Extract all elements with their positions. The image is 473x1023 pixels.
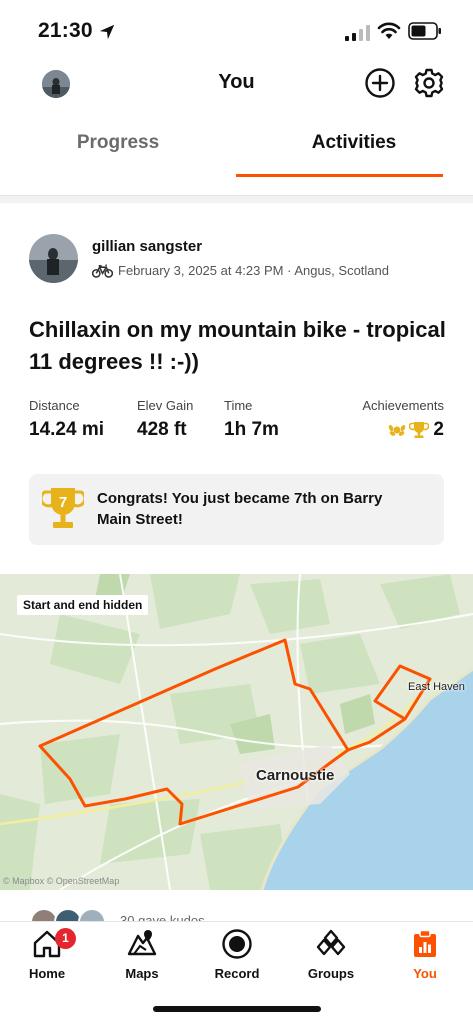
stat-achievements-label: Achievements — [362, 398, 444, 413]
rank-trophy-icon: 7 — [42, 488, 84, 528]
status-time: 21:30 — [38, 19, 93, 42]
segment-achievement-banner[interactable]: 7 Congrats! You just became 7th on Barry… — [29, 474, 444, 545]
nav-groups-label: Groups — [307, 966, 355, 981]
activity-map[interactable]: Start and end hidden Carnoustie East Hav… — [0, 574, 473, 890]
page-title: You — [218, 71, 255, 93]
achievements-count: 2 — [433, 419, 444, 440]
stat-distance-label: Distance — [29, 398, 80, 413]
activity-date-location: February 3, 2025 at 4:23 PM · Angus, Sco… — [118, 263, 389, 278]
stat-distance: Distance 14.24 mi — [29, 398, 104, 441]
nav-home-label: Home — [28, 966, 66, 981]
nav-groups[interactable]: Groups — [284, 928, 378, 981]
nav-record[interactable]: Record — [190, 928, 284, 981]
activity-meta: February 3, 2025 at 4:23 PM · Angus, Sco… — [92, 263, 389, 278]
stat-elevation: Elev Gain 428 ft — [137, 398, 193, 441]
nav-record-label: Record — [214, 966, 260, 981]
achievements-row: 2 — [362, 419, 444, 441]
activity-stats: Distance 14.24 mi Elev Gain 428 ft Time … — [29, 398, 444, 448]
maps-icon — [127, 930, 157, 956]
congrats-message: Congrats! You just became 7th on Barry M… — [97, 490, 383, 528]
kudos-row[interactable]: 30 gave kudos — [0, 900, 473, 922]
nav-home[interactable]: Home 1 — [0, 928, 94, 981]
wifi-icon — [377, 22, 401, 39]
cellular-signal-icon — [345, 25, 370, 41]
map-town-carnoustie: Carnoustie — [256, 767, 335, 784]
nav-maps[interactable]: Maps — [95, 928, 189, 981]
notification-badge: 1 — [55, 928, 76, 949]
status-bar: 21:30 — [0, 0, 473, 62]
nav-maps-label: Maps — [125, 966, 159, 981]
nav-you[interactable]: You — [378, 928, 472, 981]
nav-you-label: You — [413, 966, 437, 981]
stat-distance-value: 14.24 mi — [29, 419, 104, 440]
map-town-east-haven: East Haven — [408, 681, 465, 693]
add-icon[interactable] — [364, 67, 396, 99]
battery-icon — [408, 22, 441, 40]
stat-time-value: 1h 7m — [224, 419, 279, 440]
section-divider — [0, 195, 473, 203]
stat-achievements[interactable]: Achievements 2 — [362, 398, 444, 441]
stat-time: Time 1h 7m — [224, 398, 279, 441]
you-icon — [414, 929, 436, 957]
active-tab-indicator — [236, 174, 443, 177]
stat-time-label: Time — [224, 398, 253, 413]
start-end-hidden-label: Start and end hidden — [17, 595, 149, 615]
stat-elevation-value: 428 ft — [137, 419, 187, 440]
athlete-photo-icon — [29, 234, 78, 283]
kudos-avatars-icon — [30, 908, 106, 922]
tab-activities[interactable]: Activities — [236, 120, 472, 178]
record-icon — [222, 929, 252, 959]
stat-elevation-label: Elev Gain — [137, 398, 194, 413]
trophy-icon — [409, 422, 430, 438]
map-attribution: © Mapbox © OpenStreetMap — [3, 876, 120, 886]
bike-icon — [92, 264, 113, 278]
tab-activities-label: Activities — [311, 132, 397, 153]
home-indicator — [153, 1006, 321, 1012]
tab-progress[interactable]: Progress — [0, 120, 236, 178]
laurel-icon — [389, 424, 406, 436]
tab-bar: Progress Activities — [0, 120, 473, 178]
activity-title[interactable]: Chillaxin on my mountain bike - tropical… — [29, 314, 449, 378]
location-arrow-icon — [99, 24, 115, 40]
athlete-name[interactable]: gillian sangster — [92, 238, 202, 255]
map-background — [0, 574, 473, 890]
gear-icon[interactable] — [413, 67, 445, 99]
groups-icon — [316, 929, 346, 956]
athlete-avatar[interactable] — [29, 234, 78, 283]
rank-number: 7 — [59, 494, 67, 511]
top-header: You — [0, 62, 473, 108]
